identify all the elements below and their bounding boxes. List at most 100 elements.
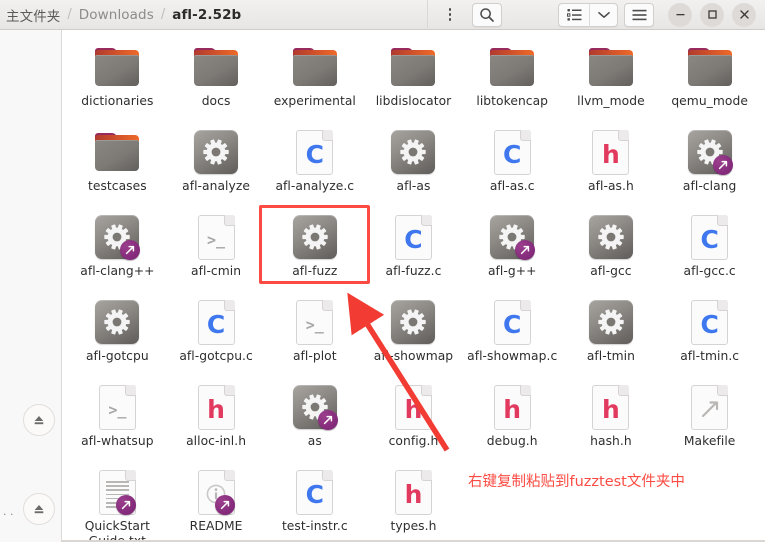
- vertical-dots-icon: [448, 8, 452, 21]
- file-item[interactable]: dictionaries: [68, 38, 167, 123]
- file-item[interactable]: C afl-showmap.c: [463, 293, 562, 378]
- breadcrumb-item-current[interactable]: afl-2.52b: [168, 7, 245, 23]
- file-listing-area[interactable]: dictionaries docs experimental libdisloc…: [62, 30, 765, 542]
- file-item-label: afl-gotcpu: [85, 349, 149, 363]
- file-item[interactable]: >_ afl-whatsup: [68, 378, 167, 463]
- window-controls: [654, 2, 765, 27]
- file-item-label: libdislocator: [375, 94, 452, 108]
- file-item[interactable]: h types.h: [364, 463, 463, 542]
- view-options-dropdown[interactable]: [589, 2, 617, 27]
- file-item[interactable]: C afl-analyze.c: [265, 123, 364, 208]
- c-source-file-icon: C: [296, 130, 334, 175]
- file-icon-wrap: C: [192, 298, 240, 346]
- file-item[interactable]: C afl-gcc.c: [660, 208, 759, 293]
- file-item[interactable]: afl-fuzz: [265, 208, 364, 293]
- file-item[interactable]: QuickStart Guide.txt: [68, 463, 167, 542]
- file-item-label: afl-gotcpu.c: [179, 349, 253, 363]
- breadcrumb-item-downloads[interactable]: Downloads: [75, 7, 158, 23]
- file-item-label: hash.h: [590, 434, 632, 448]
- file-icon-wrap: >_: [291, 298, 339, 346]
- c-source-file-icon: C: [296, 470, 334, 515]
- file-icon-wrap: [93, 468, 141, 516]
- file-icon-wrap: [93, 43, 141, 91]
- executable-icon: [391, 130, 436, 174]
- file-icon-wrap: h: [389, 468, 437, 516]
- file-item[interactable]: afl-gotcpu: [68, 293, 167, 378]
- file-item[interactable]: afl-as: [364, 123, 463, 208]
- file-icon-wrap: C: [686, 298, 734, 346]
- file-item[interactable]: libdislocator: [364, 38, 463, 123]
- file-icon-wrap: C: [686, 213, 734, 261]
- c-header-file-icon: h: [394, 385, 432, 430]
- file-item-label: afl-as.c: [489, 179, 535, 193]
- text-document-icon: [98, 470, 136, 515]
- file-item-label: afl-clang: [682, 179, 737, 193]
- file-item[interactable]: afl-gcc: [562, 208, 661, 293]
- file-item[interactable]: libtokencap: [463, 38, 562, 123]
- file-icon-wrap: h: [488, 383, 536, 431]
- list-view-button[interactable]: [559, 3, 589, 27]
- file-icon-wrap: [488, 43, 536, 91]
- symlink-badge-icon: [317, 410, 338, 430]
- minimize-button[interactable]: [668, 2, 692, 27]
- file-item[interactable]: >_ afl-plot: [265, 293, 364, 378]
- file-item[interactable]: h config.h: [364, 378, 463, 463]
- main-menu-button[interactable]: [624, 2, 654, 27]
- file-icon-wrap: [93, 213, 141, 261]
- executable-icon: [588, 215, 633, 259]
- file-item-label: afl-as.h: [588, 179, 634, 193]
- file-item[interactable]: h debug.h: [463, 378, 562, 463]
- close-button[interactable]: [732, 2, 756, 27]
- c-header-file-icon: h: [197, 385, 235, 430]
- c-source-file-icon: C: [691, 215, 729, 260]
- folder-icon: [489, 48, 535, 86]
- file-item-label: afl-showmap.c: [467, 349, 558, 363]
- file-item[interactable]: C afl-as.c: [463, 123, 562, 208]
- file-item[interactable]: afl-clang++: [68, 208, 167, 293]
- file-item[interactable]: docs: [167, 38, 266, 123]
- file-item[interactable]: C test-instr.c: [265, 463, 364, 542]
- file-item[interactable]: >_ afl-cmin: [167, 208, 266, 293]
- file-item[interactable]: C afl-gotcpu.c: [167, 293, 266, 378]
- file-item-label: as: [307, 434, 322, 448]
- file-item[interactable]: C afl-fuzz.c: [364, 208, 463, 293]
- sidebar-item-eject-1[interactable]: [23, 404, 55, 436]
- file-item[interactable]: h afl-as.h: [562, 123, 661, 208]
- file-item[interactable]: afl-showmap: [364, 293, 463, 378]
- file-item[interactable]: experimental: [265, 38, 364, 123]
- file-item-label: debug.h: [486, 434, 538, 448]
- file-item[interactable]: llvm_mode: [562, 38, 661, 123]
- file-item[interactable]: testcases: [68, 123, 167, 208]
- file-item-label: afl-whatsup: [81, 434, 154, 448]
- file-item-label: afl-clang++: [80, 264, 155, 278]
- file-item-label: afl-analyze: [182, 179, 250, 193]
- file-item[interactable]: as: [265, 378, 364, 463]
- symlink-badge-icon: [115, 495, 136, 515]
- breadcrumb-item-home[interactable]: 主文件夹: [2, 5, 64, 25]
- maximize-button[interactable]: [700, 2, 724, 27]
- sidebar-item-eject-2[interactable]: [23, 493, 55, 525]
- file-item[interactable]: afl-tmin: [562, 293, 661, 378]
- file-icon-wrap: [389, 298, 437, 346]
- c-header-file-icon: h: [592, 130, 630, 175]
- file-item[interactable]: README: [167, 463, 266, 542]
- file-item[interactable]: afl-clang: [660, 123, 759, 208]
- file-item[interactable]: h alloc-inl.h: [167, 378, 266, 463]
- file-icon-wrap: C: [389, 213, 437, 261]
- executable-icon: [292, 385, 338, 430]
- file-item[interactable]: h hash.h: [562, 378, 661, 463]
- file-item[interactable]: afl-analyze: [167, 123, 266, 208]
- file-icon-wrap: [192, 468, 240, 516]
- c-source-file-icon: C: [493, 130, 531, 175]
- file-item[interactable]: Makefile: [660, 378, 759, 463]
- search-button[interactable]: [472, 2, 502, 27]
- symlink-badge-icon: [214, 495, 235, 515]
- file-item-label: llvm_mode: [577, 94, 645, 108]
- file-icon-wrap: [389, 43, 437, 91]
- file-item[interactable]: C afl-tmin.c: [660, 293, 759, 378]
- executable-icon: [490, 215, 536, 260]
- file-item[interactable]: qemu_mode: [660, 38, 759, 123]
- sidebar-truncated-label: . .: [3, 505, 14, 518]
- overflow-menu-button[interactable]: [436, 3, 464, 27]
- file-item[interactable]: afl-g++: [463, 208, 562, 293]
